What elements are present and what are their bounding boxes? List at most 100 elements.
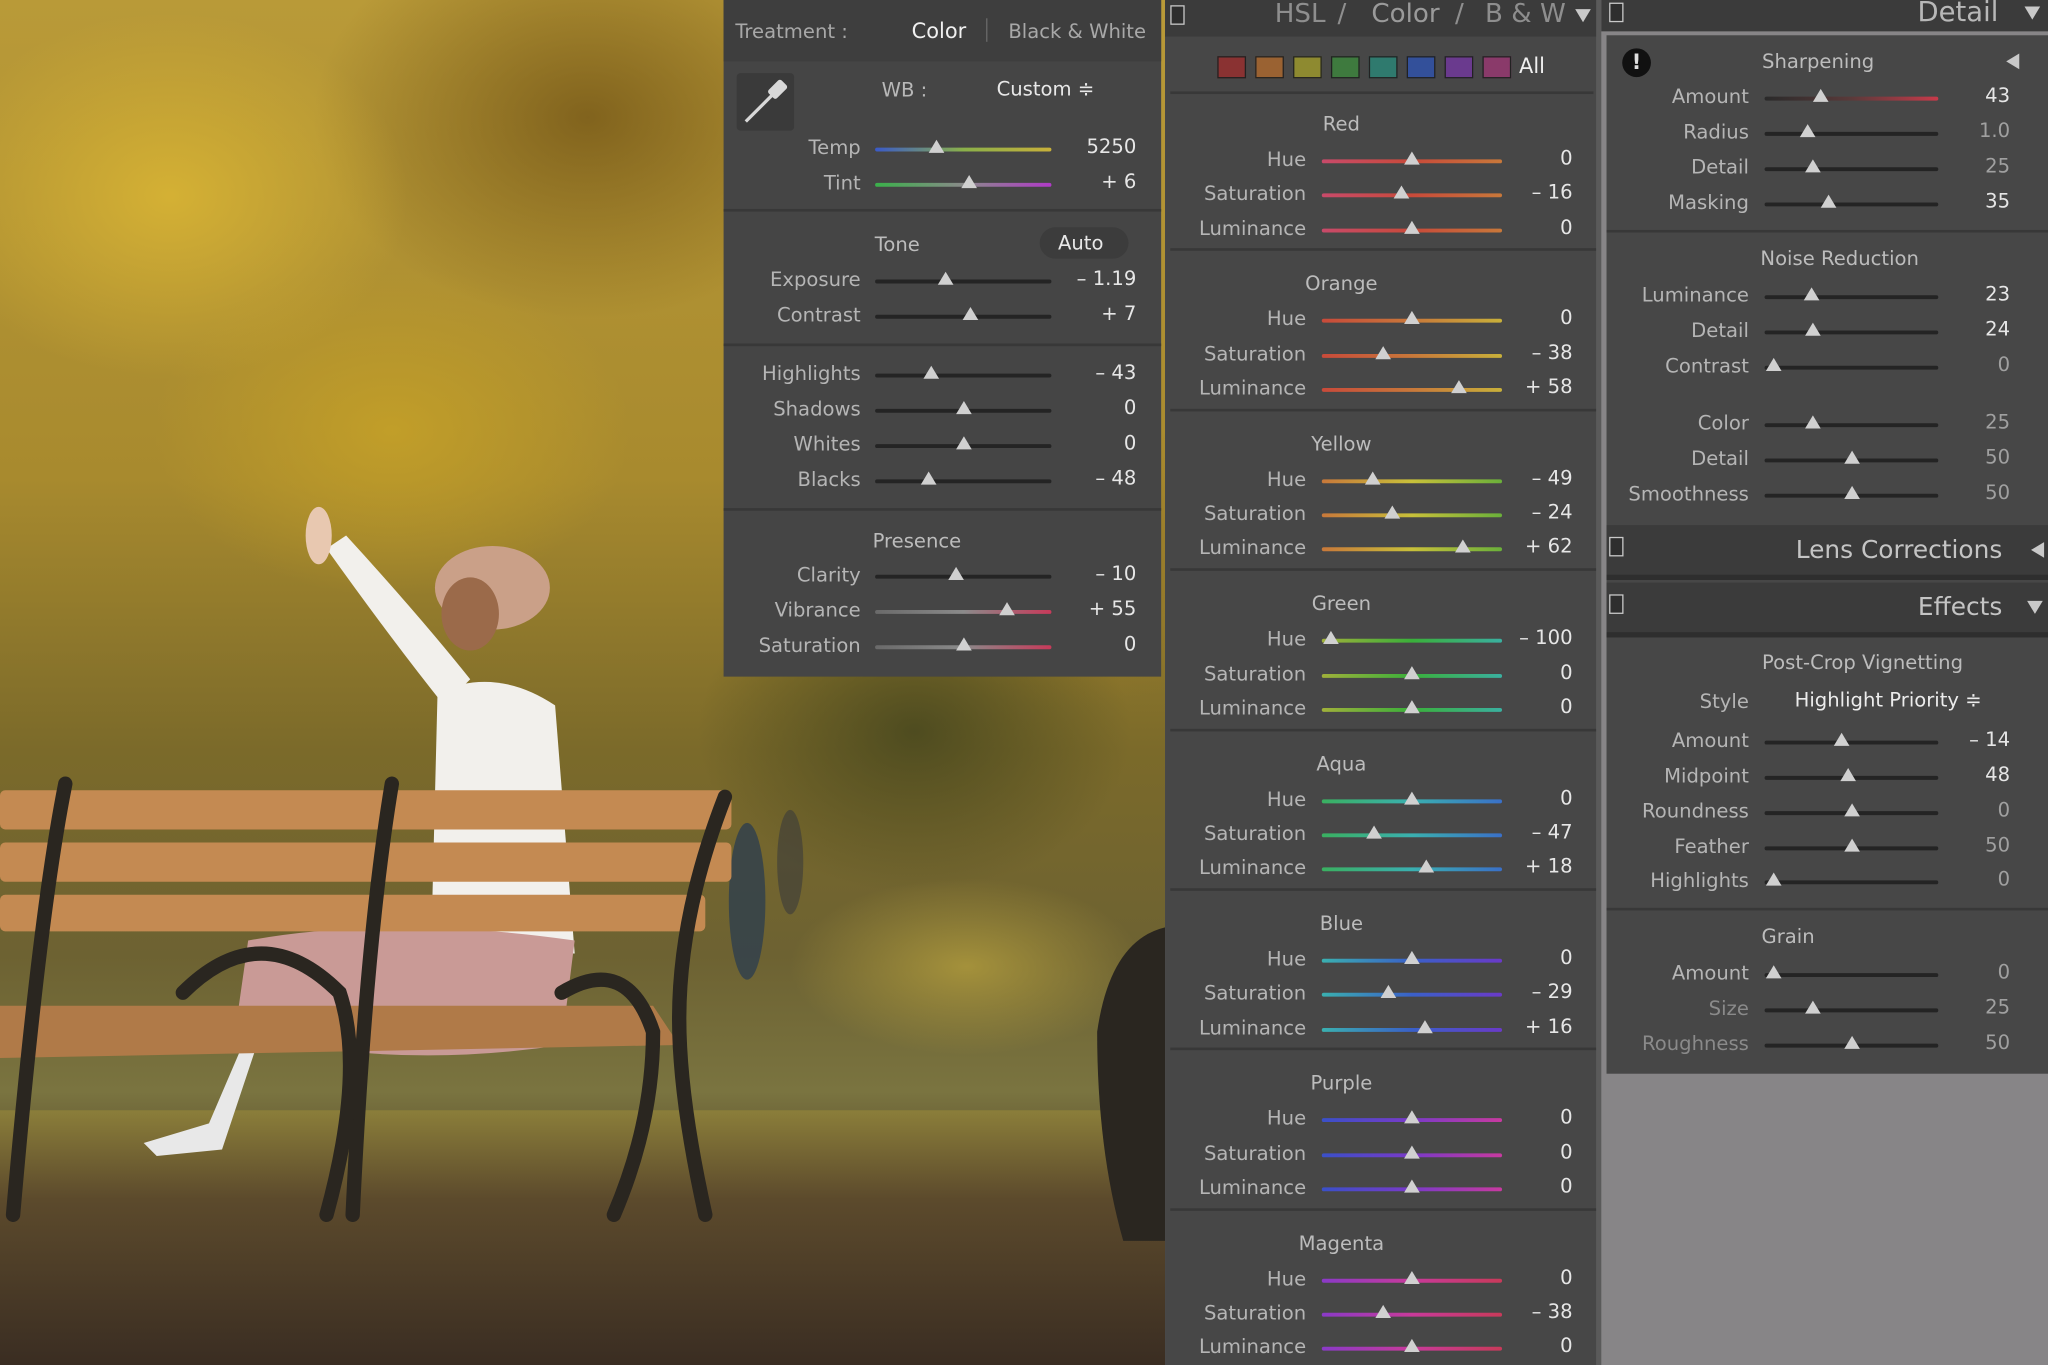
grain-amount-handle[interactable] <box>1765 965 1782 979</box>
hsl-green-hue-value[interactable]: – 100 <box>1468 626 1572 650</box>
hsl-red-hue-handle[interactable] <box>1404 151 1420 165</box>
treatment-bw-button[interactable]: Black & White <box>1008 20 1146 44</box>
hsl-red-saturation-handle[interactable] <box>1393 185 1409 199</box>
noise-color-smoothness-handle[interactable] <box>1843 485 1860 499</box>
wb-select[interactable]: Custom ≑ <box>997 77 1095 101</box>
color-swatch-7[interactable] <box>1444 56 1474 79</box>
hsl-green-hue-handle[interactable] <box>1322 631 1339 645</box>
basic-whites-value[interactable]: 0 <box>1032 431 1136 455</box>
hsl-purple-hue-handle[interactable] <box>1404 1110 1420 1124</box>
hsl-blue-luminance-value[interactable]: + 16 <box>1468 1014 1573 1038</box>
expand-icon[interactable] <box>2031 542 2045 558</box>
sharpening-detail-handle[interactable] <box>1805 159 1822 173</box>
hsl-purple-luminance-handle[interactable] <box>1404 1179 1420 1193</box>
noise-color-detail-value[interactable]: 50 <box>1906 445 2010 469</box>
sharpening-amount-value[interactable]: 43 <box>1906 84 2010 108</box>
temp-temp-slider[interactable] <box>875 139 1052 153</box>
hsl-magenta-saturation-value[interactable]: – 38 <box>1468 1300 1573 1324</box>
hsl-green-saturation-value[interactable]: 0 <box>1468 660 1572 684</box>
hsl-magenta-saturation-handle[interactable] <box>1375 1305 1391 1319</box>
basic-shadows-value[interactable]: 0 <box>1032 396 1136 420</box>
collapse-icon[interactable] <box>1575 9 1591 23</box>
basic-exposure-handle[interactable] <box>937 271 954 285</box>
vignette-roundness-value[interactable]: 0 <box>1906 798 2010 822</box>
color-swatch-3[interactable] <box>1293 56 1322 79</box>
style-select[interactable]: Highlight Priority ≑ <box>1795 688 1982 712</box>
hsl-aqua-saturation-value[interactable]: – 47 <box>1468 820 1573 844</box>
tab-color[interactable]: Color <box>1371 0 1439 29</box>
hsl-magenta-luminance-value[interactable]: 0 <box>1468 1334 1572 1358</box>
panel-toggle-icon[interactable] <box>1170 5 1185 25</box>
basic-whites-handle[interactable] <box>955 436 972 450</box>
noise-contrast-handle[interactable] <box>1765 357 1782 371</box>
tab-bw[interactable]: B & W <box>1485 0 1566 29</box>
hsl-magenta-luminance-handle[interactable] <box>1404 1339 1420 1353</box>
hsl-orange-hue-handle[interactable] <box>1404 311 1420 325</box>
panel-toggle-icon[interactable] <box>1609 2 1624 23</box>
tab-hsl[interactable]: HSL <box>1275 0 1326 29</box>
hsl-orange-luminance-value[interactable]: + 58 <box>1468 375 1573 399</box>
basic-saturation-handle[interactable] <box>955 637 972 651</box>
hsl-yellow-hue-handle[interactable] <box>1364 471 1381 485</box>
hsl-orange-hue-value[interactable]: 0 <box>1468 306 1572 330</box>
noise-color-color-value[interactable]: 25 <box>1906 410 2010 434</box>
sharpening-radius-value[interactable]: 1.0 <box>1906 119 2010 143</box>
basic-vibrance-value[interactable]: + 55 <box>1032 597 1137 621</box>
vignette-midpoint-handle[interactable] <box>1840 768 1856 782</box>
basic-highlights-value[interactable]: – 43 <box>1032 361 1136 385</box>
sharpening-radius-handle[interactable] <box>1800 124 1816 138</box>
noise-luminance-handle[interactable] <box>1803 287 1820 301</box>
vignette-midpoint-value[interactable]: 48 <box>1906 763 2010 787</box>
basic-highlights-handle[interactable] <box>923 365 940 379</box>
tint-tint-handle[interactable] <box>960 175 977 189</box>
grain-roughness-handle[interactable] <box>1843 1035 1860 1049</box>
basic-highlights-slider[interactable] <box>875 365 1052 379</box>
basic-saturation-value[interactable]: 0 <box>1032 632 1136 656</box>
hsl-blue-saturation-handle[interactable] <box>1380 985 1397 999</box>
hsl-aqua-luminance-value[interactable]: + 18 <box>1468 855 1573 879</box>
effects-header[interactable]: Effects <box>1606 582 2048 638</box>
noise-color-color-handle[interactable] <box>1805 415 1822 429</box>
lens-header[interactable]: Lens Corrections <box>1606 525 2048 580</box>
hsl-green-luminance-handle[interactable] <box>1404 699 1420 713</box>
all-colors-button[interactable]: All <box>1519 54 1545 79</box>
hsl-purple-saturation-value[interactable]: 0 <box>1468 1140 1572 1164</box>
vignette-amount-value[interactable]: – 14 <box>1906 728 2010 752</box>
vignette-feather-handle[interactable] <box>1843 838 1860 852</box>
basic-saturation-slider[interactable] <box>875 637 1052 651</box>
noise-color-detail-handle[interactable] <box>1843 450 1860 464</box>
hsl-aqua-saturation-handle[interactable] <box>1366 825 1382 839</box>
hsl-blue-saturation-value[interactable]: – 29 <box>1468 980 1573 1004</box>
hsl-purple-saturation-handle[interactable] <box>1404 1145 1420 1159</box>
hsl-orange-luminance-handle[interactable] <box>1450 380 1467 394</box>
hsl-aqua-hue-value[interactable]: 0 <box>1468 786 1572 810</box>
basic-contrast-handle[interactable] <box>962 306 979 321</box>
basic-clarity-value[interactable]: – 10 <box>1032 562 1136 586</box>
hsl-purple-hue-value[interactable]: 0 <box>1468 1106 1572 1130</box>
hsl-red-hue-value[interactable]: 0 <box>1468 146 1572 170</box>
eyedropper-icon[interactable] <box>735 72 795 132</box>
noise-detail-value[interactable]: 24 <box>1906 317 2010 341</box>
basic-shadows-handle[interactable] <box>955 401 972 415</box>
hsl-magenta-hue-handle[interactable] <box>1404 1270 1420 1284</box>
color-swatch-2[interactable] <box>1255 56 1284 79</box>
basic-blacks-value[interactable]: – 48 <box>1032 466 1136 490</box>
hsl-aqua-luminance-handle[interactable] <box>1418 859 1435 873</box>
vignette-feather-value[interactable]: 50 <box>1906 833 2010 857</box>
grain-roughness-value[interactable]: 50 <box>1906 1031 2010 1055</box>
tint-tint-value[interactable]: + 6 <box>1032 170 1136 194</box>
color-swatch-4[interactable] <box>1330 56 1360 79</box>
vignette-highlights-handle[interactable] <box>1765 872 1782 886</box>
panel-toggle-icon[interactable] <box>1609 594 1624 614</box>
hsl-green-luminance-value[interactable]: 0 <box>1468 695 1572 719</box>
basic-exposure-value[interactable]: – 1.19 <box>1032 266 1137 290</box>
vignette-highlights-value[interactable]: 0 <box>1906 867 2010 891</box>
color-swatch-1[interactable] <box>1217 56 1247 79</box>
basic-blacks-handle[interactable] <box>920 471 936 485</box>
warning-icon[interactable]: ! <box>1622 48 1651 78</box>
collapse-icon[interactable] <box>2024 6 2041 20</box>
grain-size-value[interactable]: 25 <box>1906 995 2010 1019</box>
color-swatch-6[interactable] <box>1406 56 1436 79</box>
hsl-yellow-saturation-value[interactable]: – 24 <box>1468 500 1573 524</box>
hsl-yellow-luminance-value[interactable]: + 62 <box>1468 535 1573 559</box>
